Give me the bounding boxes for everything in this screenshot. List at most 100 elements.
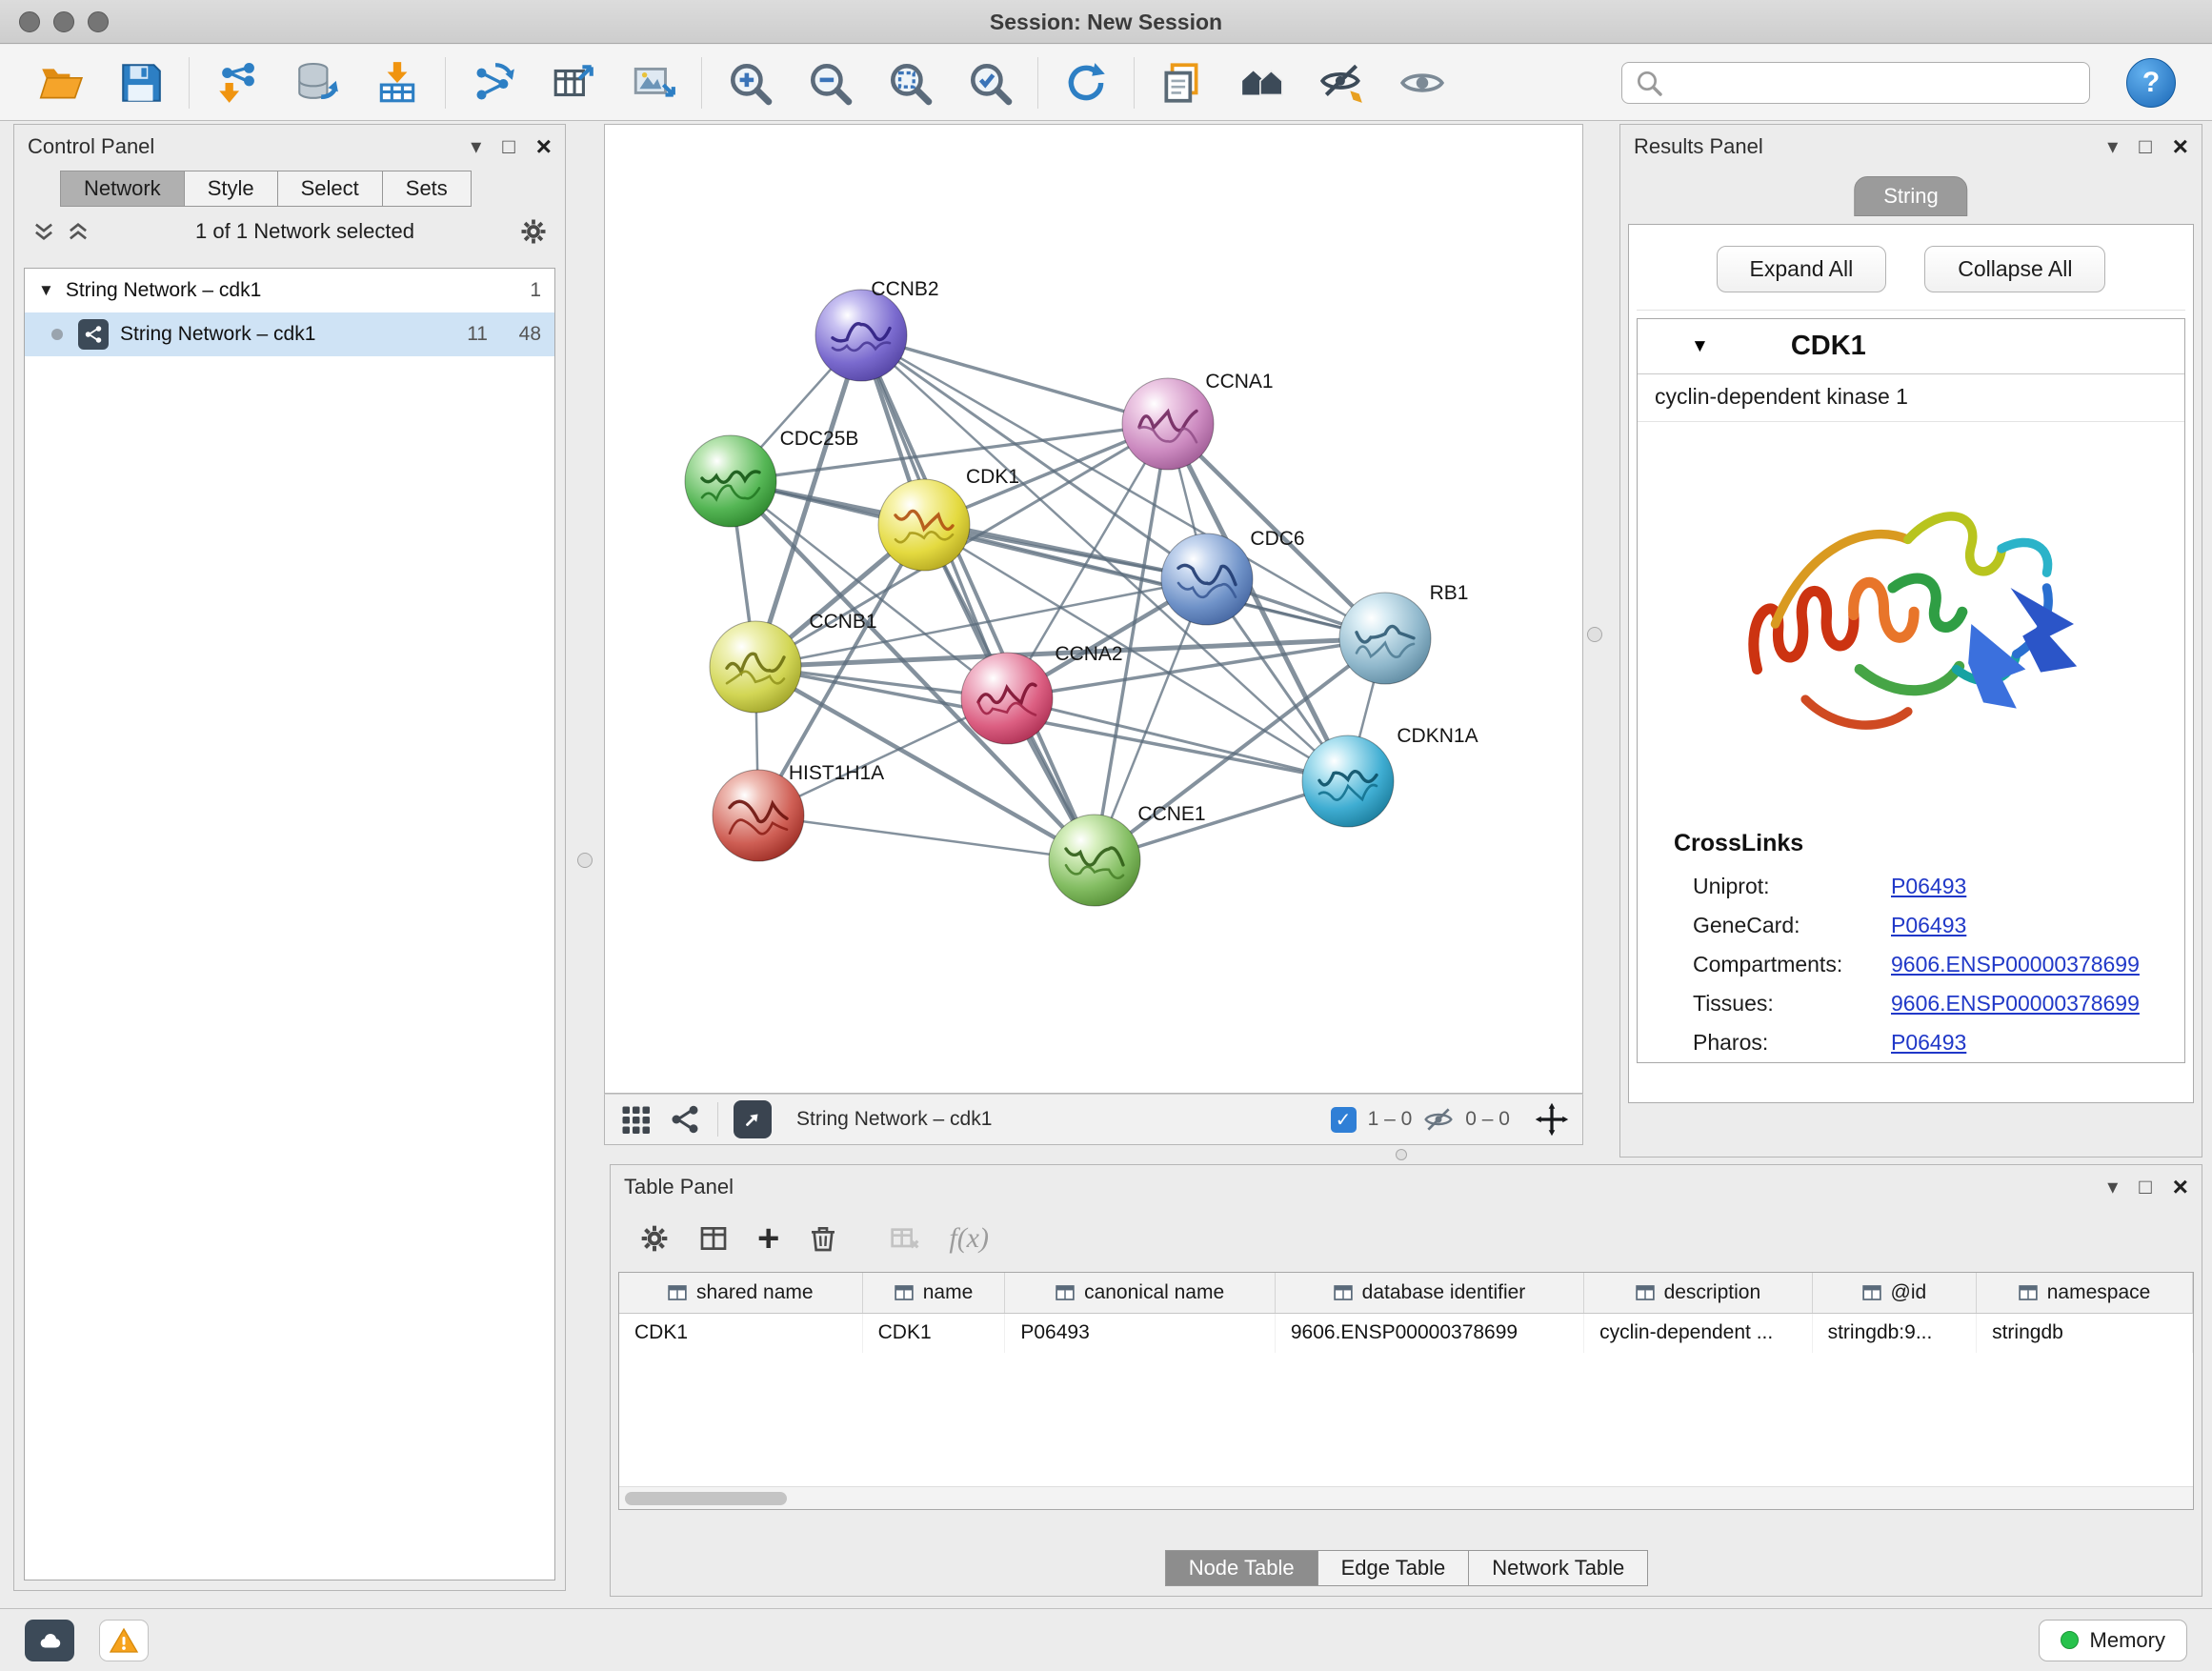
panel-float-icon[interactable]: □: [502, 136, 514, 157]
add-column-icon[interactable]: +: [757, 1219, 779, 1258]
crosslink-value-link[interactable]: P06493: [1891, 1030, 1966, 1056]
node-CDKN1A[interactable]: [1302, 735, 1394, 827]
tree-expand-icon[interactable]: ▼: [38, 281, 54, 300]
splitter-handle-left[interactable]: [577, 853, 593, 868]
collapse-all-icon[interactable]: [31, 219, 56, 244]
table-cell[interactable]: CDK1: [619, 1313, 862, 1353]
node-RB1[interactable]: [1339, 593, 1431, 684]
copy-document-button[interactable]: [1142, 51, 1222, 114]
splitter-handle-right[interactable]: [1587, 627, 1602, 642]
search-input[interactable]: [1664, 65, 2078, 101]
zoom-out-button[interactable]: [790, 51, 870, 114]
panel-close-icon[interactable]: ×: [2173, 1174, 2188, 1200]
expand-all-button[interactable]: Expand All: [1717, 246, 1887, 292]
crosslink-value-link[interactable]: P06493: [1891, 913, 1966, 938]
tab-network-table[interactable]: Network Table: [1468, 1550, 1648, 1586]
panel-close-icon[interactable]: ×: [536, 133, 552, 160]
column-header-id[interactable]: @id: [1812, 1273, 1977, 1313]
table-cell[interactable]: P06493: [1005, 1313, 1276, 1353]
birds-eye-grid-icon[interactable]: [618, 1102, 653, 1137]
network-share-icon[interactable]: [668, 1102, 702, 1137]
collapse-all-button[interactable]: Collapse All: [1924, 246, 2105, 292]
network-canvas[interactable]: CCNB2CCNA1CDC25BCDK1CDC6RB1CCNB1CCNA2CDK…: [604, 124, 1583, 1094]
show-view-button[interactable]: [1382, 51, 1462, 114]
panel-close-icon[interactable]: ×: [2173, 133, 2188, 160]
export-image-button[interactable]: [613, 51, 694, 114]
tab-edge-table[interactable]: Edge Table: [1317, 1550, 1470, 1586]
column-header-description[interactable]: description: [1584, 1273, 1813, 1313]
column-header-namespace[interactable]: namespace: [1977, 1273, 2193, 1313]
tab-style[interactable]: Style: [184, 171, 278, 207]
zoom-in-button[interactable]: [710, 51, 790, 114]
refresh-layout-button[interactable]: [1046, 51, 1126, 114]
gene-card-header[interactable]: ▼ CDK1: [1638, 319, 2184, 374]
selected-checkbox[interactable]: ✓: [1331, 1107, 1357, 1133]
import-network-database-button[interactable]: [277, 51, 357, 114]
node-CCNB2[interactable]: [815, 290, 907, 381]
panel-float-icon[interactable]: □: [2139, 1177, 2151, 1198]
collapse-gene-icon[interactable]: ▼: [1691, 336, 1709, 357]
network-collection-row[interactable]: ▼ String Network – cdk1 1: [25, 269, 554, 312]
scrollbar-thumb[interactable]: [625, 1492, 787, 1505]
zoom-fit-button[interactable]: [870, 51, 950, 114]
edge-CCNB2-CCNE1[interactable]: [861, 335, 1095, 860]
table-cell[interactable]: CDK1: [862, 1313, 1005, 1353]
home-view-button[interactable]: [1222, 51, 1302, 114]
panel-menu-icon[interactable]: ▾: [471, 136, 481, 157]
tab-string[interactable]: String: [1854, 176, 1967, 216]
splitter-handle-bottom[interactable]: [1396, 1149, 1407, 1160]
column-header-name[interactable]: name: [862, 1273, 1005, 1313]
delete-column-trash-icon[interactable]: [808, 1223, 838, 1254]
column-header-shared-name[interactable]: shared name: [619, 1273, 862, 1313]
export-table-button[interactable]: [533, 51, 613, 114]
tab-sets[interactable]: Sets: [382, 171, 472, 207]
node-CCNE1[interactable]: [1049, 815, 1140, 906]
panel-float-icon[interactable]: □: [2139, 136, 2151, 157]
tab-network[interactable]: Network: [60, 171, 185, 207]
node-CCNB1[interactable]: [710, 621, 801, 713]
crosslink-value-link[interactable]: 9606.ENSP00000378699: [1891, 952, 2140, 977]
pan-crosshair-icon[interactable]: [1535, 1102, 1569, 1137]
help-button[interactable]: ?: [2126, 58, 2176, 108]
tab-select[interactable]: Select: [277, 171, 383, 207]
node-CCNA2[interactable]: [961, 653, 1053, 744]
network-row-selected[interactable]: String Network – cdk1 11 48: [25, 312, 554, 356]
gear-icon[interactable]: [639, 1223, 670, 1254]
edge-CCNA1-CCNE1[interactable]: [1095, 424, 1168, 860]
panel-menu-icon[interactable]: ▾: [2107, 1177, 2118, 1198]
table-cell[interactable]: stringdb:9...: [1812, 1313, 1977, 1353]
panel-menu-icon[interactable]: ▾: [2107, 136, 2118, 157]
gear-icon[interactable]: [519, 217, 548, 246]
show-columns-icon[interactable]: [698, 1223, 729, 1254]
node-CDC25B[interactable]: [685, 435, 776, 527]
crosslink-value-link[interactable]: 9606.ENSP00000378699: [1891, 991, 2140, 1017]
table-row[interactable]: CDK1CDK1P064939606.ENSP00000378699cyclin…: [619, 1313, 2193, 1353]
save-session-button[interactable]: [101, 51, 181, 114]
crosslink-value-link[interactable]: P06493: [1891, 874, 1966, 899]
edge-CCNB2-CCNA1[interactable]: [861, 335, 1168, 424]
open-in-browser-button[interactable]: [734, 1100, 772, 1138]
table-cell[interactable]: cyclin-dependent ...: [1584, 1313, 1813, 1353]
clone-network-button[interactable]: [453, 51, 533, 114]
edge-HIST1H1A-CCNE1[interactable]: [758, 815, 1095, 860]
minimize-window-button[interactable]: [53, 11, 74, 32]
close-window-button[interactable]: [19, 11, 40, 32]
warnings-button[interactable]: [99, 1620, 149, 1661]
open-session-button[interactable]: [21, 51, 101, 114]
node-CDK1[interactable]: [878, 479, 970, 571]
node-CDC6[interactable]: [1161, 534, 1253, 625]
expand-all-icon[interactable]: [66, 219, 90, 244]
column-header-database-identifier[interactable]: database identifier: [1275, 1273, 1583, 1313]
edge-CCNA2-CDKN1A[interactable]: [1007, 698, 1348, 781]
table-cell[interactable]: stringdb: [1977, 1313, 2193, 1353]
import-network-file-button[interactable]: [197, 51, 277, 114]
node-CCNA1[interactable]: [1122, 378, 1214, 470]
zoom-selected-button[interactable]: [950, 51, 1030, 114]
hidden-eye-slash-icon[interactable]: [1423, 1104, 1454, 1135]
table-cell[interactable]: 9606.ENSP00000378699: [1275, 1313, 1583, 1353]
memory-button[interactable]: Memory: [2039, 1620, 2187, 1661]
maximize-window-button[interactable]: [88, 11, 109, 32]
cloud-status-button[interactable]: [25, 1620, 74, 1661]
column-header-canonical-name[interactable]: canonical name: [1005, 1273, 1276, 1313]
tab-node-table[interactable]: Node Table: [1165, 1550, 1318, 1586]
